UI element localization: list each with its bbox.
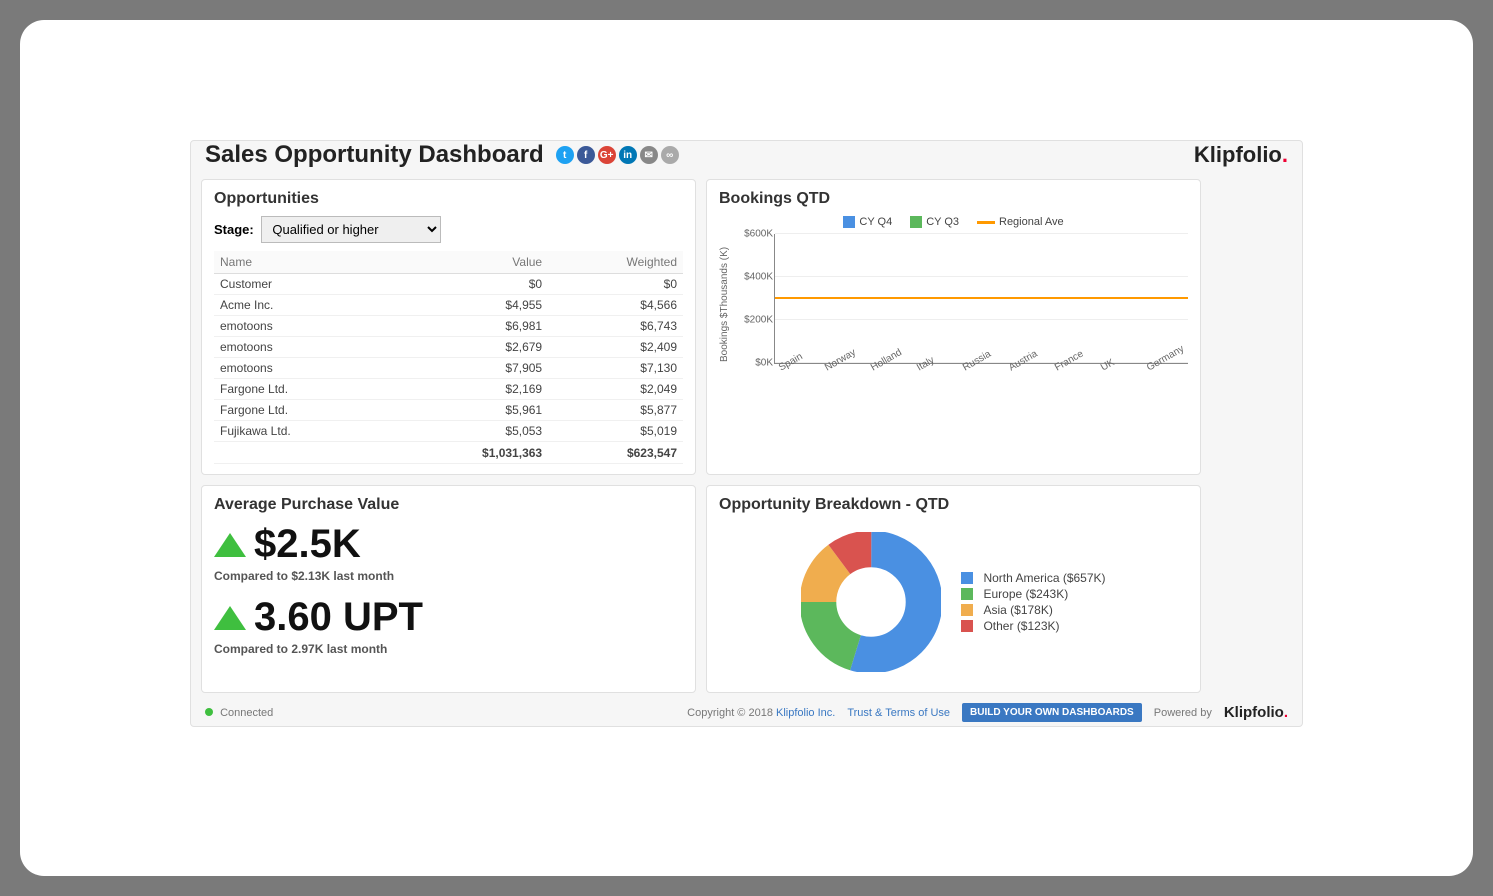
apv-title: Average Purchase Value [214,496,683,514]
linkedin-icon[interactable]: in [619,146,637,164]
bookings-plot: $0K$200K$400K$600K [774,234,1188,364]
legend-regional-line [977,221,995,224]
col-value: Value [393,251,549,274]
bookings-legend: CY Q4 CY Q3 Regional Ave [719,216,1188,228]
facebook-icon[interactable]: f [577,146,595,164]
total-weighted: $623,547 [548,442,683,464]
table-row: Fargone Ltd.$2,169$2,049 [214,379,683,400]
link-icon[interactable]: ∞ [661,146,679,164]
upt-compare: Compared to 2.97K last month [214,642,683,656]
apv-value: $2.5K [254,522,361,567]
table-row: emotoons$6,981$6,743 [214,316,683,337]
opportunities-table: Name Value Weighted Customer$0$0Acme Inc… [214,251,683,464]
triangle-up-icon [214,606,246,630]
breakdown-title: Opportunity Breakdown - QTD [719,496,1188,514]
card-grid: Opportunities Stage: Qualified or higher… [191,179,1302,693]
status-text: Connected [220,707,273,719]
bookings-xticks: SpainNorwayHollandItalyRussiaAustriaFran… [774,364,1188,375]
total-value: $1,031,363 [393,442,549,464]
apv-card: Average Purchase Value $2.5K Compared to… [201,485,696,693]
build-button[interactable]: BUILD YOUR OWN DASHBOARDS [962,703,1142,722]
footer: Connected Copyright © 2018 Klipfolio Inc… [191,693,1302,726]
twitter-icon[interactable]: t [556,146,574,164]
donut-legend-item: Europe ($243K) [961,587,1105,601]
dashboard-header: Sales Opportunity Dashboard t f G+ in ✉ … [191,141,1302,179]
social-icons: t f G+ in ✉ ∞ [556,146,679,164]
trust-link[interactable]: Trust & Terms of Use [847,707,950,719]
triangle-up-icon [214,533,246,557]
table-row: Fujikawa Ltd.$5,053$5,019 [214,421,683,442]
legend-q3-swatch [910,216,922,228]
breakdown-card: Opportunity Breakdown - QTD North Americ… [706,485,1201,693]
bookings-card: Bookings QTD CY Q4 CY Q3 Regional Ave Bo… [706,179,1201,475]
company-link[interactable]: Klipfolio Inc. [776,707,835,719]
col-name: Name [214,251,393,274]
table-row: emotoons$2,679$2,409 [214,337,683,358]
page-title: Sales Opportunity Dashboard [205,141,544,169]
table-row: emotoons$7,905$7,130 [214,358,683,379]
upt-value: 3.60 UPT [254,595,423,640]
donut-legend-item: Asia ($178K) [961,603,1105,617]
stage-filter: Stage: Qualified or higher [214,216,683,243]
apv-compare: Compared to $2.13K last month [214,569,683,583]
bookings-ylabel: Bookings $Thousands (K) [719,234,730,375]
status-dot-icon [205,708,213,716]
col-weighted: Weighted [548,251,683,274]
brand-logo: Klipfolio. [1194,142,1288,168]
stage-label: Stage: [214,222,254,237]
footer-brand-logo: Klipfolio. [1224,704,1288,721]
legend-q4-swatch [843,216,855,228]
donut-legend: North America ($657K) Europe ($243K) Asia … [961,569,1105,635]
donut-legend-item: North America ($657K) [961,571,1105,585]
table-row: Acme Inc.$4,955$4,566 [214,295,683,316]
googleplus-icon[interactable]: G+ [598,146,616,164]
opportunities-title: Opportunities [214,190,683,208]
stage-select[interactable]: Qualified or higher [261,216,441,243]
opportunities-body: Customer$0$0Acme Inc.$4,955$4,566emotoon… [214,274,683,442]
dashboard: Sales Opportunity Dashboard t f G+ in ✉ … [190,140,1303,727]
table-row: Customer$0$0 [214,274,683,295]
donut-legend-item: Other ($123K) [961,619,1105,633]
donut-chart [801,532,941,672]
bookings-title: Bookings QTD [719,190,1188,208]
table-row: Fargone Ltd.$5,961$5,877 [214,400,683,421]
opportunities-card: Opportunities Stage: Qualified or higher… [201,179,696,475]
app-window: Sales Opportunity Dashboard t f G+ in ✉ … [20,20,1473,876]
mail-icon[interactable]: ✉ [640,146,658,164]
